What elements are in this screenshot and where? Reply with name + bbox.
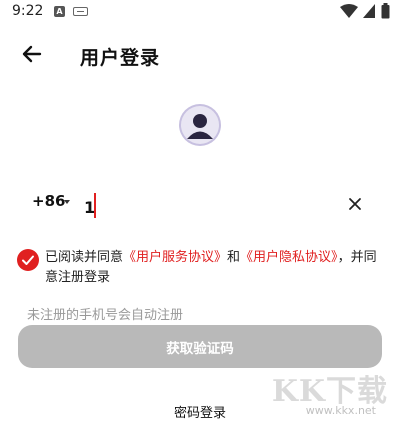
back-arrow-icon[interactable]: [20, 42, 44, 66]
agreement-text: 已阅读并同意《用户服务协议》和《用户隐私协议》，并同意注册登录: [45, 248, 385, 288]
agreement-checkbox[interactable]: [17, 249, 39, 271]
auto-register-hint: 未注册的手机号会自动注册: [27, 308, 184, 323]
password-login-link[interactable]: 密码登录: [174, 402, 226, 421]
user-privacy-agreement-link[interactable]: 《用户隐私协议》: [240, 250, 338, 265]
signal-icon: [363, 4, 375, 18]
clear-icon[interactable]: [346, 195, 364, 213]
country-code-selector[interactable]: +86: [32, 192, 65, 210]
check-icon: [22, 255, 34, 265]
page-title: 用户登录: [80, 47, 161, 69]
phone-number-input[interactable]: [84, 195, 304, 219]
agreement-middle: 和: [227, 250, 241, 265]
watermark-url: www.kkx.net: [305, 404, 376, 417]
get-verification-code-button[interactable]: 获取验证码: [18, 325, 382, 368]
keyboard-icon: [73, 7, 88, 16]
status-time: 9:22: [12, 3, 44, 19]
avatar: [179, 104, 221, 146]
user-icon: [181, 106, 219, 144]
chevron-down-icon[interactable]: [64, 200, 70, 204]
a-notification-icon: A: [54, 6, 65, 17]
wifi-icon: [340, 4, 358, 18]
battery-icon: [381, 3, 390, 19]
user-service-agreement-link[interactable]: 《用户服务协议》: [123, 250, 227, 265]
text-cursor: [94, 193, 96, 218]
agreement-prefix: 已阅读并同意: [45, 250, 124, 265]
